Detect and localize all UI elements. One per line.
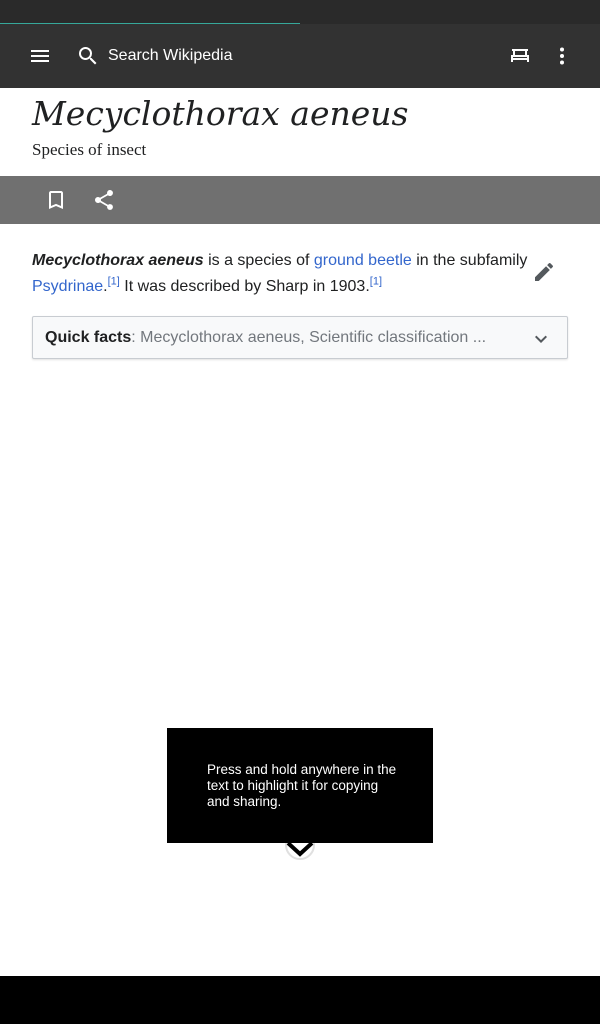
menu-icon[interactable] [16,32,64,80]
quick-facts-summary: : Mecyclothorax aeneus, Scientific class… [131,328,487,346]
search-input[interactable]: Search Wikipedia [76,32,376,80]
feature-tooltip[interactable]: Press and hold anywhere in the text to h… [167,728,433,843]
quick-facts-box[interactable]: Quick facts: Mecyclothorax aeneus, Scien… [32,316,568,359]
article-action-bar [0,176,600,224]
bookmark-icon[interactable] [32,176,80,224]
lead-text: is a species of [203,252,314,269]
reference-link[interactable]: [1] [370,276,382,288]
article-lead-paragraph: Mecyclothorax aeneus is a species of gro… [32,248,528,300]
link-psydrinae[interactable]: Psydrinae [32,278,103,295]
search-icon [79,47,97,65]
quick-facts-label: Quick facts [45,328,132,346]
tooltip-text: Press and hold anywhere in the text to h… [207,762,397,809]
more-vert-icon[interactable] [538,32,586,80]
search-placeholder: Search Wikipedia [108,47,233,64]
chevron-down-icon [535,335,547,343]
lead-subject: Mecyclothorax aeneus [32,252,204,269]
lead-text: It was described by Sharp in 1903. [119,278,370,295]
app-toolbar: Search Wikipedia [0,24,600,88]
page-title: Mecyclothorax aeneus [32,94,409,133]
share-icon[interactable] [80,176,128,224]
page-description: Species of insect [32,140,147,159]
lead-text: in the subfamily [411,252,528,269]
status-bar [0,0,600,24]
edit-icon[interactable] [520,248,568,296]
link-ground-beetle[interactable]: ground beetle [314,252,412,269]
reference-link[interactable]: [1] [108,276,120,288]
reading-lists-icon[interactable] [496,32,544,80]
system-nav-bar [0,976,600,1024]
article-header: Mecyclothorax aeneus Species of insect [0,88,600,176]
